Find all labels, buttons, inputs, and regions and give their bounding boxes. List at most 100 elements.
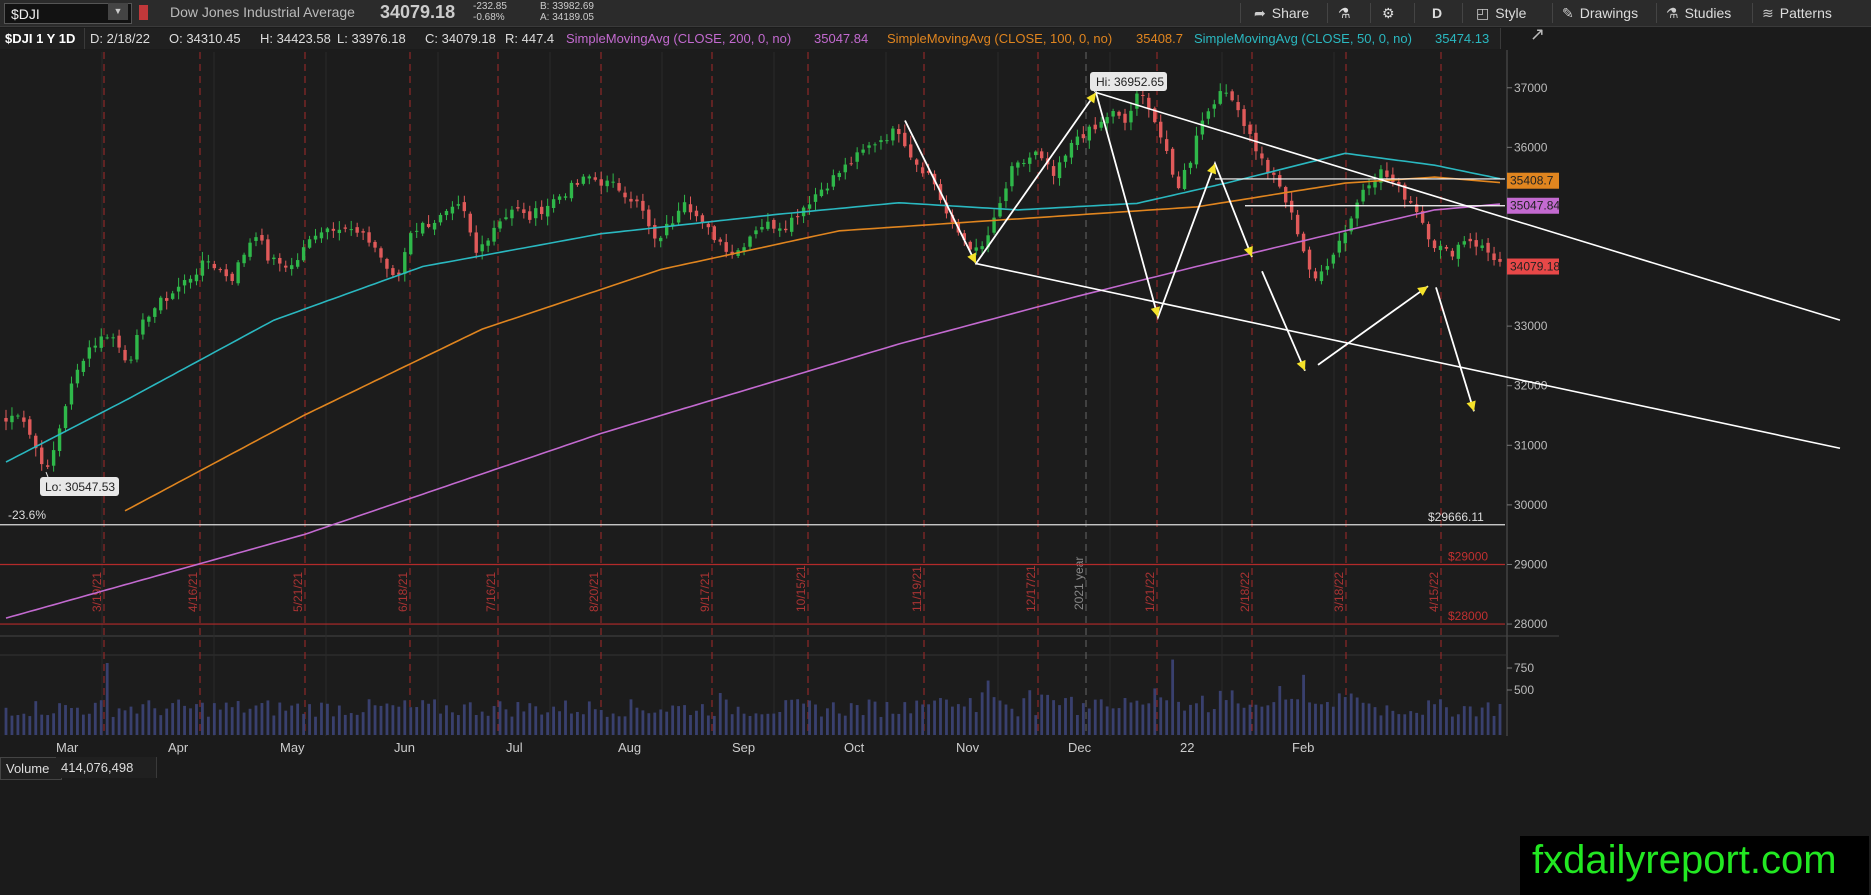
volume-bar: [373, 705, 377, 735]
candle-body: [1355, 202, 1359, 219]
volume-bar: [1183, 710, 1186, 735]
flag-icon[interactable]: [139, 5, 148, 20]
drawings-button[interactable]: ✎ Drawings: [1558, 0, 1642, 26]
volume-bar: [831, 702, 835, 735]
candle-body: [278, 257, 282, 264]
aggregation-button[interactable]: D: [1428, 0, 1446, 26]
volume-bar: [849, 703, 853, 735]
month-label: May: [280, 740, 305, 755]
volume-bar: [677, 706, 680, 735]
candle-body: [492, 227, 496, 242]
candle-body: [385, 258, 389, 269]
patterns-button[interactable]: ≋ Patterns: [1758, 0, 1836, 26]
share-icon: ➦: [1254, 5, 1266, 21]
flask-button[interactable]: ⚗: [1334, 0, 1355, 26]
volume-bar: [1046, 694, 1050, 735]
candle-body: [1301, 233, 1306, 252]
candle-body: [1141, 94, 1145, 96]
candle-body: [1105, 117, 1109, 124]
studies-button[interactable]: ⚗ Studies: [1662, 0, 1735, 26]
date-readout: D: 2/18/22: [85, 28, 170, 49]
volume-bar: [474, 715, 478, 735]
candle-body: [147, 316, 151, 322]
settings-button[interactable]: ⚙: [1378, 0, 1399, 26]
volume-label[interactable]: Volume: [0, 757, 62, 780]
candle-body: [914, 159, 919, 165]
volume-bar: [278, 702, 282, 735]
volume-bar: [1474, 716, 1478, 735]
candle-body: [343, 227, 347, 229]
volume-bar: [1040, 694, 1044, 735]
volume-bar: [1284, 699, 1288, 735]
candle-body: [1337, 240, 1341, 253]
candle-body: [528, 211, 532, 220]
volume-bar: [206, 716, 210, 735]
volume-bar: [1308, 702, 1311, 735]
volume-bar: [576, 711, 579, 735]
toolbar: $DJI ▼ Dow Jones Industrial Average 3407…: [0, 0, 1871, 27]
candle-body: [706, 223, 711, 228]
candle-body: [260, 235, 264, 241]
volume-bar: [915, 700, 919, 735]
volume-bar: [34, 701, 38, 735]
sma200-study-label[interactable]: SimpleMovingAvg (CLOSE, 200, 0, no): [561, 28, 815, 49]
volume-bar: [653, 712, 657, 735]
candle-body: [980, 246, 984, 250]
fib-label: -23.6%: [8, 508, 46, 522]
candle-body: [212, 263, 217, 269]
net-change: -232.85 -0.68%: [473, 1, 507, 23]
volume-bar: [659, 709, 663, 735]
volume-bar: [552, 706, 556, 735]
volume-bar: [439, 713, 442, 735]
chevron-down-icon[interactable]: ▼: [108, 3, 128, 20]
volume-bar: [909, 713, 913, 735]
candle-body: [1117, 111, 1121, 116]
style-button[interactable]: ◰ Style: [1472, 0, 1530, 26]
candle-body: [87, 347, 92, 359]
volume-bar: [706, 715, 710, 735]
volume-bar: [933, 700, 936, 735]
candle-body: [843, 164, 847, 173]
candle-body: [998, 203, 1002, 217]
volume-bar: [1379, 715, 1383, 735]
toolbar-divider: [1656, 3, 1657, 23]
candle-body: [778, 228, 782, 231]
symbol-period[interactable]: $DJI 1 Y 1D: [0, 28, 85, 49]
candle-body: [325, 228, 330, 233]
price-chart[interactable]: ↗3/19/21 4/16/21 5/21/21 6/18/21 7/16/21 8/20…: [0, 0, 1871, 895]
volume-bar: [617, 716, 621, 735]
volume-bar: [1129, 702, 1133, 735]
share-button[interactable]: ➦ Share: [1250, 0, 1313, 26]
volume-bar: [1492, 715, 1496, 735]
candle-body: [236, 262, 240, 284]
volume-bar: [534, 706, 538, 735]
candle-body: [206, 261, 211, 263]
volume-bar: [718, 693, 722, 735]
volume-bar: [218, 709, 222, 735]
volume-bar: [808, 700, 811, 735]
candle-body: [1123, 113, 1127, 123]
candle-body: [676, 210, 681, 223]
volume-value: 414,076,498: [56, 757, 157, 778]
sma50-study-label[interactable]: SimpleMovingAvg (CLOSE, 50, 0, no): [1189, 28, 1437, 49]
candle-body: [153, 308, 157, 317]
candle-body: [885, 140, 889, 142]
sma100-study-label[interactable]: SimpleMovingAvg (CLOSE, 100, 0, no): [882, 28, 1137, 49]
volume-bar: [945, 699, 948, 735]
toolbar-divider: [1327, 3, 1328, 23]
volume-bar: [1403, 714, 1407, 735]
candle-body: [188, 278, 193, 283]
candle-body: [867, 145, 871, 148]
volume-bar: [64, 705, 67, 735]
volume-bar: [1445, 707, 1448, 735]
candle-body: [772, 219, 776, 229]
volume-bar: [1486, 702, 1490, 735]
candle-body: [1438, 245, 1443, 250]
volume-bar: [403, 700, 407, 735]
volume-bar: [58, 703, 61, 735]
volume-bar: [605, 716, 609, 735]
candle-body: [539, 206, 544, 215]
volume-bar: [1004, 704, 1008, 735]
volume-bar: [754, 713, 758, 735]
volume-bar: [683, 705, 686, 735]
